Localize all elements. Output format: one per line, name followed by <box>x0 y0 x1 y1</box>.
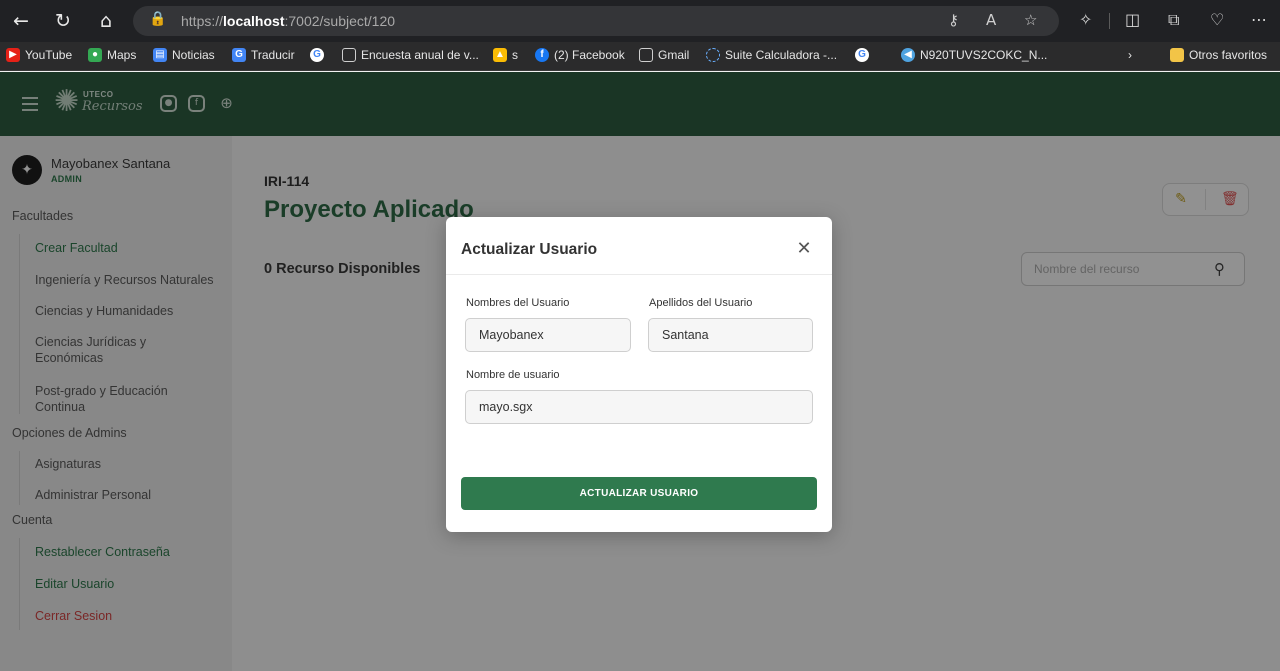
google-icon: G <box>310 48 324 62</box>
bookmark-gmail[interactable]: Gmail <box>639 48 689 62</box>
google-icon: G <box>855 48 869 62</box>
more-options-icon[interactable]: ⋯ <box>1251 10 1267 29</box>
bookmark-google[interactable]: G <box>310 48 329 62</box>
folder-icon <box>1170 48 1184 62</box>
username-label: Nombre de usuario <box>466 369 560 381</box>
chevron-right-icon[interactable]: › <box>1128 48 1132 62</box>
bookmark-drive[interactable]: ▲ s <box>493 48 518 62</box>
bookmark-maps[interactable]: ● Maps <box>88 48 136 62</box>
loading-icon <box>706 48 720 62</box>
favorite-star-icon[interactable]: ☆ <box>1024 11 1037 29</box>
maps-icon: ● <box>88 48 102 62</box>
back-icon[interactable]: ← <box>8 8 34 34</box>
split-screen-icon[interactable]: ◫ <box>1125 10 1140 29</box>
cloud-icon: ◀ <box>901 48 915 62</box>
news-icon: ▤ <box>153 48 167 62</box>
bookmarks-bar: ▶ YouTube ● Maps ▤ Noticias G Traducir G Enc… <box>0 42 1280 107</box>
bookmark-n920[interactable]: ◀ N920TUVS2COKC_N... <box>901 48 1047 62</box>
toolbar-divider <box>1109 13 1110 29</box>
bookmark-traducir[interactable]: G Traducir <box>232 48 295 62</box>
url-text[interactable]: https://localhost:7002/subject/120 <box>181 13 395 29</box>
browser-essentials-icon[interactable]: ♡ <box>1210 10 1224 29</box>
bookmark-suite-calculadora[interactable]: Suite Calculadora -... <box>706 48 837 62</box>
first-name-label: Nombres del Usuario <box>466 297 570 309</box>
bookmark-encuesta[interactable]: Encuesta anual de v... <box>342 48 479 62</box>
page-icon <box>342 48 356 62</box>
drive-icon: ▲ <box>493 48 507 62</box>
last-name-field[interactable] <box>648 318 813 352</box>
collections-icon[interactable]: ⧉ <box>1168 10 1179 30</box>
address-bar[interactable]: 🔒 https://localhost:7002/subject/120 ⚷ A… <box>133 6 1059 36</box>
extensions-icon[interactable]: ✧ <box>1079 10 1092 29</box>
translate-icon: G <box>232 48 246 62</box>
close-icon[interactable]: ✕ <box>794 239 814 259</box>
bookmark-otros-favoritos[interactable]: Otros favoritos <box>1170 48 1267 62</box>
read-aloud-icon[interactable]: A <box>986 11 996 29</box>
bookmark-google-2[interactable]: G <box>855 48 874 62</box>
last-name-label: Apellidos del Usuario <box>649 297 753 309</box>
modal-title: Actualizar Usuario <box>461 241 598 258</box>
username-field[interactable] <box>465 390 813 424</box>
update-user-modal: Actualizar Usuario ✕ Nombres del Usuario… <box>446 217 832 532</box>
bookmark-noticias[interactable]: ▤ Noticias <box>153 48 215 62</box>
youtube-icon: ▶ <box>6 48 20 62</box>
refresh-icon[interactable]: ↻ <box>50 8 76 34</box>
first-name-field[interactable] <box>465 318 631 352</box>
update-user-button[interactable]: ACTUALIZAR USUARIO <box>461 477 817 510</box>
facebook-icon: f <box>535 48 549 62</box>
bookmark-youtube[interactable]: ▶ YouTube <box>6 48 72 62</box>
key-icon[interactable]: ⚷ <box>948 11 959 29</box>
home-icon[interactable]: ⌂ <box>93 8 119 34</box>
page-icon <box>639 48 653 62</box>
browser-toolbar: ← ↻ ⌂ 🔒 https://localhost:7002/subject/1… <box>0 0 1280 42</box>
bookmark-facebook[interactable]: f (2) Facebook <box>535 48 625 62</box>
lock-icon: 🔒 <box>149 11 167 27</box>
modal-divider <box>446 274 832 275</box>
